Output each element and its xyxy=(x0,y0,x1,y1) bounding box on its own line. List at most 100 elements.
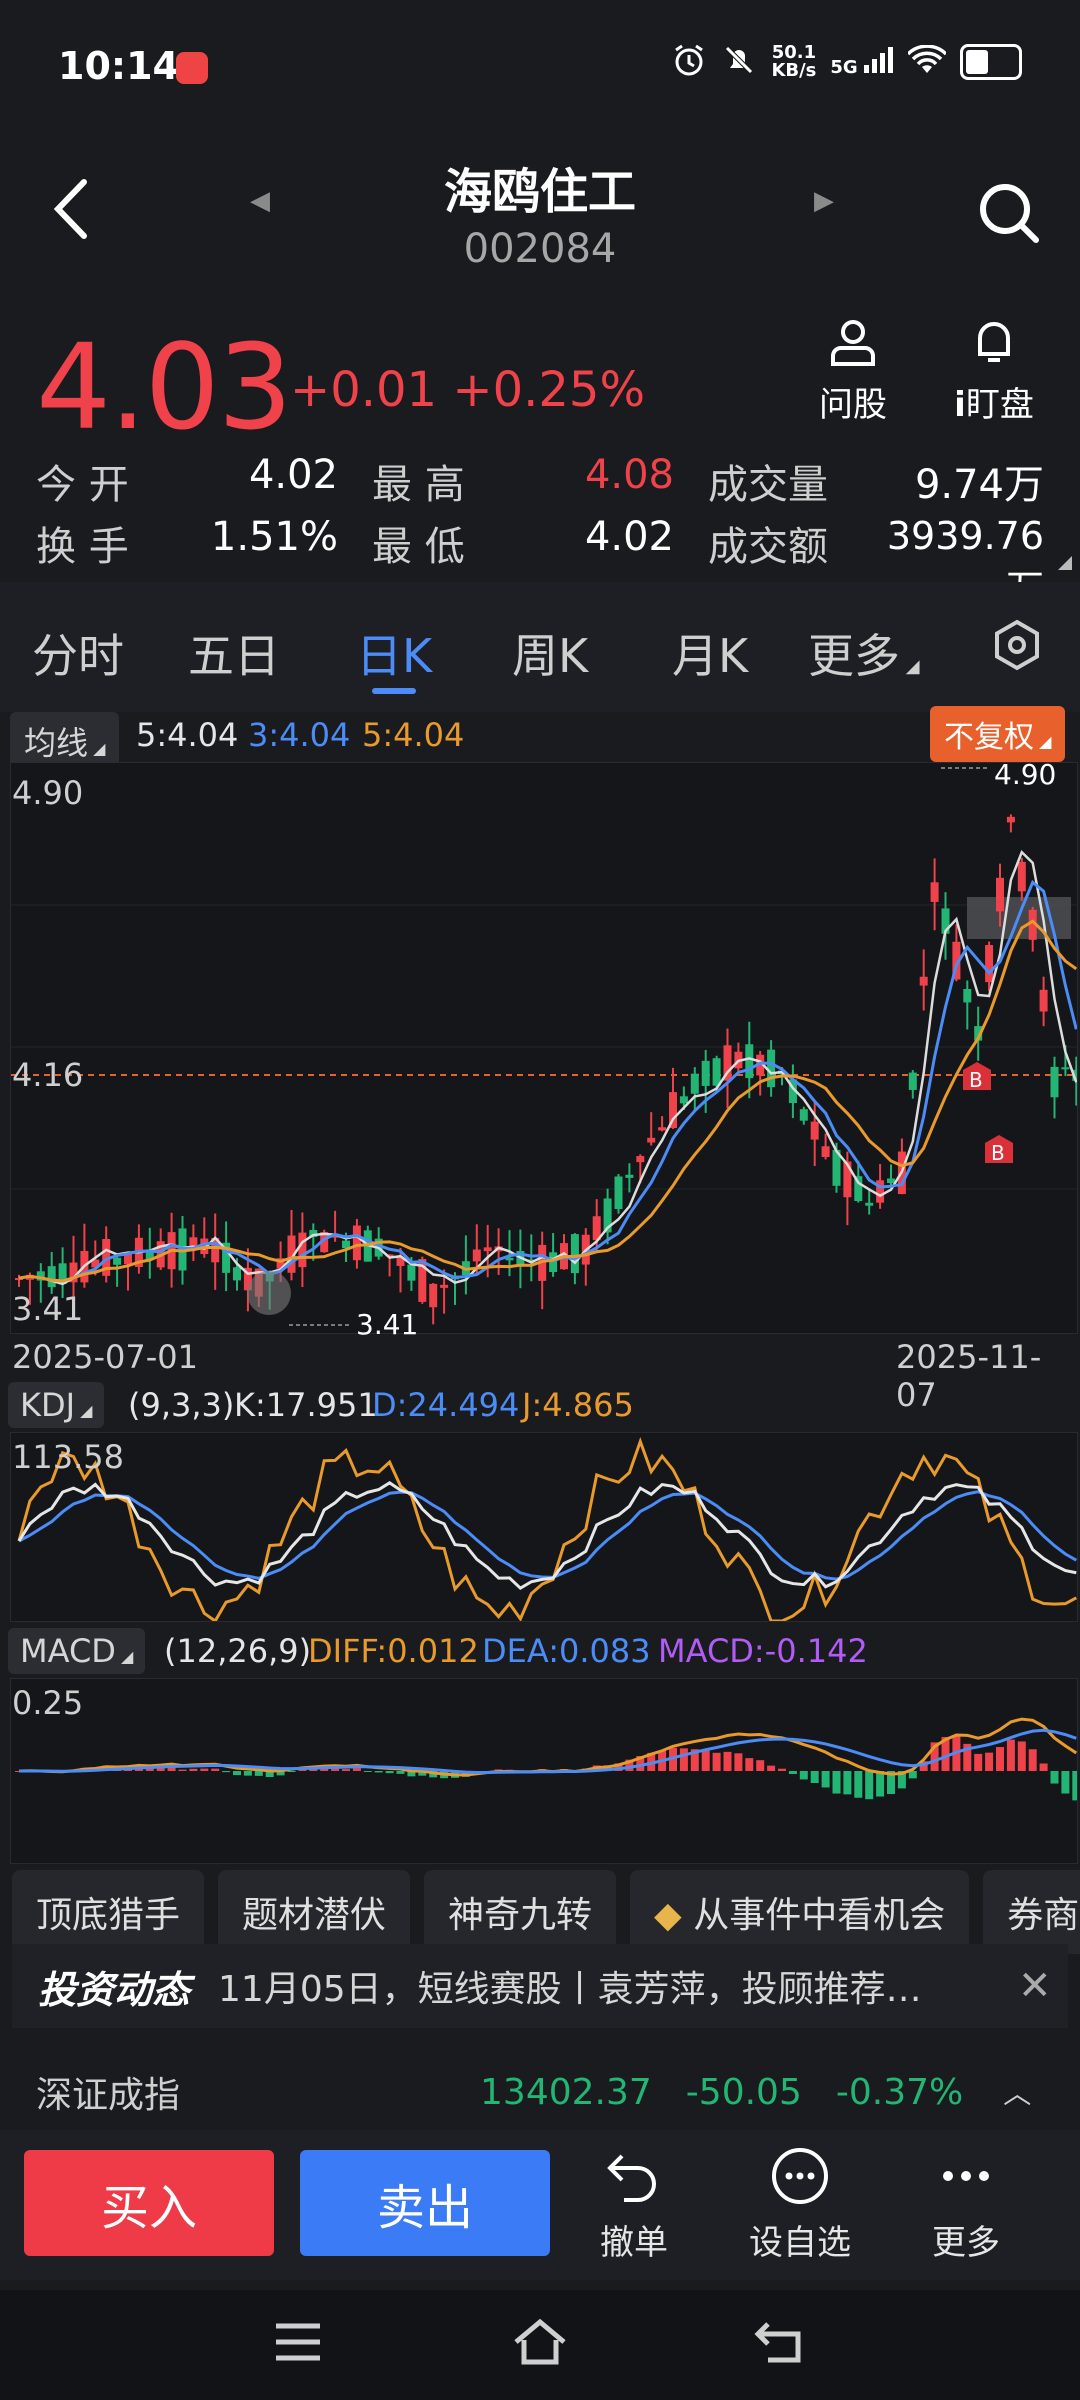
ask-stock-label: 问股 xyxy=(819,385,887,425)
candle-body xyxy=(47,1266,56,1288)
high-label: 最 高 xyxy=(372,462,465,508)
chip-magic-nine[interactable]: 神奇九转 xyxy=(424,1870,617,1954)
chip-event-opportunity[interactable]: ◆ 从事件中看机会 xyxy=(630,1870,970,1954)
open-label: 今 开 xyxy=(36,462,129,508)
last-price: 4.03 xyxy=(36,318,293,456)
macd-bar xyxy=(876,1771,885,1797)
kline-chart[interactable]: B B xyxy=(10,762,1080,1334)
macd-bar xyxy=(1050,1771,1059,1784)
candle-body xyxy=(1061,1067,1070,1070)
svg-text:B: B xyxy=(991,1141,1005,1165)
candle-body xyxy=(919,976,928,986)
next-stock-icon[interactable]: ▶ xyxy=(814,186,834,216)
chip-theme-ambush[interactable]: 题材潜伏 xyxy=(218,1870,411,1954)
tab-five-day[interactable]: 五日 xyxy=(188,620,280,686)
more-button[interactable]: 更多 xyxy=(916,2146,1016,2264)
open-value: 4.02 xyxy=(248,452,338,498)
buy-signal-marker: B xyxy=(985,1135,1013,1165)
cancel-order-label: 撤单 xyxy=(600,2223,668,2263)
macd-bar xyxy=(243,1771,252,1776)
ma2-value: 3:4.04 xyxy=(248,716,351,754)
watch-label: i盯盘 xyxy=(954,385,1034,425)
macd-bar xyxy=(1039,1763,1048,1771)
bell-icon xyxy=(978,322,1010,362)
chevron-up-icon[interactable]: ︿ xyxy=(1003,2072,1031,2112)
feature-chips: 顶底猎手 题材潜伏 神奇九转 ◆ 从事件中看机会 券商 xyxy=(12,1870,1080,1954)
macd-bar xyxy=(712,1752,721,1771)
kline-bottom-label: 3.41 xyxy=(12,1290,84,1328)
macd-bar xyxy=(254,1771,263,1776)
candle-body xyxy=(930,882,939,902)
macd-bar xyxy=(974,1753,983,1771)
kdj-d: D:24.494 xyxy=(372,1386,520,1424)
tab-monthly-k[interactable]: 月K xyxy=(672,620,748,686)
cancel-order-button[interactable]: 撤单 xyxy=(584,2146,684,2264)
kdj-chart[interactable] xyxy=(10,1432,1078,1624)
macd-bar xyxy=(178,1769,187,1771)
kline-top-label: 4.90 xyxy=(12,774,84,812)
chip-bottom-top-hunter[interactable]: 顶底猎手 xyxy=(12,1870,205,1954)
max-price-mark: 4.90 xyxy=(994,758,1057,791)
index-name: 深证成指 xyxy=(36,2075,181,2116)
menu-icon[interactable] xyxy=(272,2320,324,2364)
news-brand: 投资动态 xyxy=(38,1967,191,2012)
macd-selector[interactable]: MACD ◢ xyxy=(8,1628,146,1674)
sell-button[interactable]: 卖出 xyxy=(300,2150,550,2256)
kline-mid-label: 4.16 xyxy=(12,1056,84,1094)
macd-bar xyxy=(865,1771,874,1800)
macd-bar xyxy=(767,1765,776,1771)
home-icon[interactable] xyxy=(510,2316,570,2366)
diamond-icon: ◆ xyxy=(654,1895,694,1936)
active-tab-indicator xyxy=(372,688,416,694)
add-watchlist-button[interactable]: 设自选 xyxy=(740,2146,860,2264)
tab-daily-k[interactable]: 日K xyxy=(356,620,432,686)
watch-button[interactable]: i盯盘 xyxy=(944,316,1044,426)
candle-body xyxy=(1050,1066,1059,1098)
candle-body xyxy=(887,1178,895,1184)
macd-bar xyxy=(200,1768,209,1771)
amount-label: 成交额 xyxy=(708,524,828,570)
mute-icon xyxy=(721,42,757,82)
expand-corner-icon[interactable] xyxy=(1058,556,1072,570)
buy-button[interactable]: 买入 xyxy=(24,2150,274,2256)
candle-body xyxy=(647,1137,656,1143)
candle-body xyxy=(745,1044,754,1079)
ma1-value: 5:4.04 xyxy=(136,716,239,754)
ask-stock-button[interactable]: 问股 xyxy=(808,316,898,426)
index-bar[interactable]: 深证成指 13402.37 -50.05 -0.37% ︿ xyxy=(0,2050,1080,2134)
tab-more[interactable]: 更多 ◢ xyxy=(808,620,920,686)
date-end: 2025-11-07 xyxy=(896,1338,1042,1414)
macd-chart[interactable] xyxy=(10,1678,1080,1864)
app-notification-icon xyxy=(176,52,208,84)
macd-bar xyxy=(745,1758,754,1771)
index-pct: -0.37% xyxy=(835,2071,964,2113)
chart-settings-icon[interactable] xyxy=(990,618,1044,676)
candle-body xyxy=(113,1257,122,1265)
svg-text:B: B xyxy=(969,1068,983,1092)
candle-body xyxy=(865,1202,874,1206)
undo-icon xyxy=(607,2154,656,2202)
add-watchlist-label: 设自选 xyxy=(749,2223,851,2263)
adjust-selector[interactable]: 不复权 ◢ xyxy=(930,706,1066,762)
candle-body xyxy=(407,1264,416,1281)
kdj-selector[interactable]: KDJ ◢ xyxy=(8,1382,105,1428)
back-nav-icon[interactable] xyxy=(754,2316,810,2366)
macd-bar xyxy=(985,1752,994,1771)
tab-intraday[interactable]: 分时 xyxy=(32,620,124,686)
kdj-top-label: 113.58 xyxy=(12,1438,124,1476)
turnover-label: 换 手 xyxy=(36,524,129,570)
macd-bar xyxy=(723,1751,732,1771)
volume-value: 9.74万 xyxy=(914,462,1044,508)
chip-broker[interactable]: 券商 xyxy=(983,1870,1080,1954)
macd-bar xyxy=(385,1771,394,1774)
macd-bar xyxy=(363,1771,372,1772)
macd-top-label: 0.25 xyxy=(12,1684,84,1722)
search-icon[interactable] xyxy=(976,180,1042,250)
tab-weekly-k[interactable]: 周K xyxy=(512,620,588,686)
news-ticker[interactable]: 投资动态 11月05日，短线赛股丨袁芳萍，投顾推荐… ✕ xyxy=(12,1944,1068,2028)
macd-bar xyxy=(832,1771,841,1794)
close-icon[interactable]: ✕ xyxy=(1018,1963,1052,2009)
macd-bar xyxy=(374,1771,383,1773)
candle-body xyxy=(821,1146,830,1158)
macd-bar xyxy=(701,1750,710,1771)
